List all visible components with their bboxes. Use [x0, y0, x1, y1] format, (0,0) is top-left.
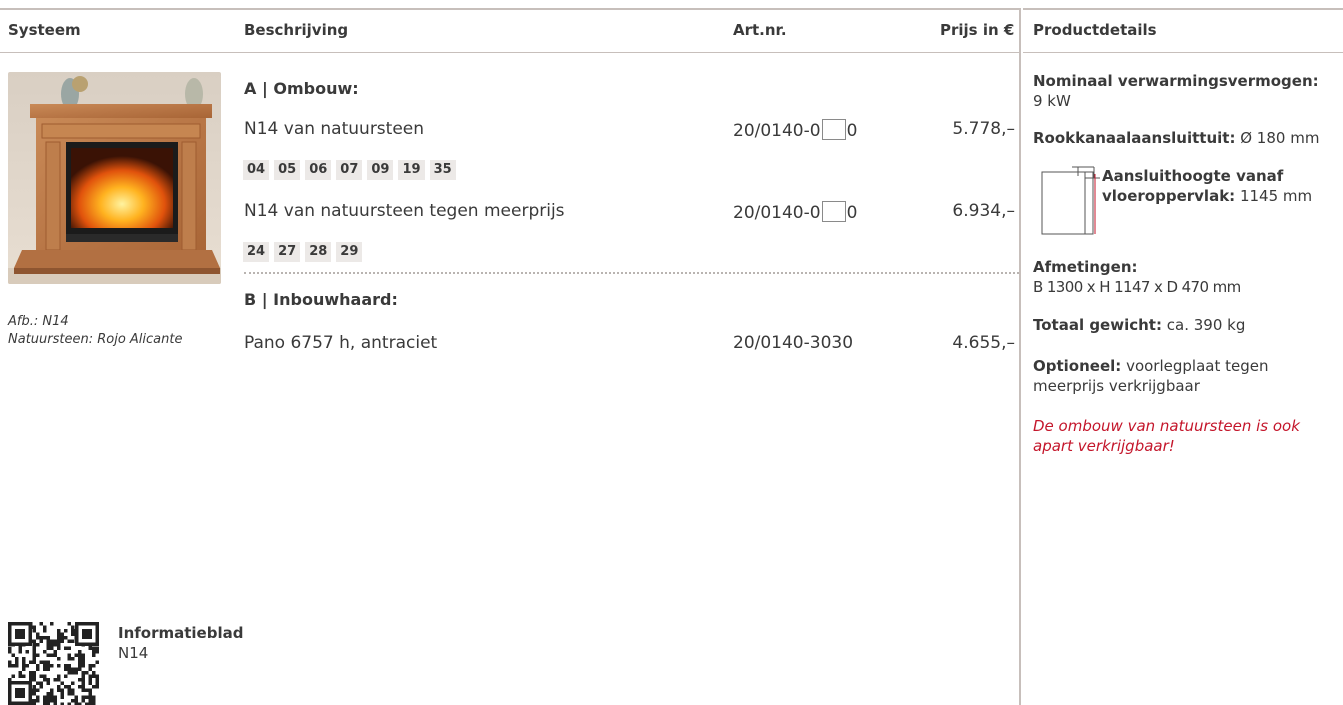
- connection-height-diagram-icon: [1040, 164, 1102, 238]
- detail-dimensions-label: Afmetingen:: [1033, 258, 1138, 276]
- qr-code-icon[interactable]: [8, 622, 99, 705]
- row-b1-price: 4.655,–: [952, 333, 1015, 353]
- info-sheet-title: Informatieblad: [118, 624, 244, 642]
- detail-power: Nominaal verwarmingsvermogen: 9 kW: [1033, 71, 1319, 111]
- header-description: Beschrijving: [244, 21, 349, 39]
- header-price: Prijs in €: [940, 21, 1015, 39]
- detail-weight: Totaal gewicht: ca. 390 kg: [1033, 315, 1245, 335]
- row-b1-description: Pano 6757 h, antraciet: [244, 333, 438, 353]
- detail-flue-label: Rookkanaalaansluittuit:: [1033, 129, 1236, 147]
- header-top-rule: [0, 8, 1020, 10]
- detail-weight-label: Totaal gewicht:: [1033, 316, 1162, 334]
- detail-weight-value: ca. 390 kg: [1166, 316, 1246, 334]
- color-code: 04: [243, 160, 270, 180]
- detail-flue-value: Ø 180 mm: [1240, 129, 1320, 147]
- detail-power-value: 9 kW: [1033, 92, 1071, 110]
- row-a2-artnr: 20/0140-0 0: [733, 201, 858, 223]
- row-a1-artnr: 20/0140-0 0: [733, 119, 858, 141]
- color-code: 09: [367, 160, 394, 180]
- row-a1-description: N14 van natuursteen: [244, 119, 425, 139]
- product-image: [8, 72, 221, 284]
- color-code: 35: [429, 160, 456, 180]
- color-code: 24: [243, 242, 270, 262]
- header-system: Systeem: [8, 21, 81, 39]
- detail-power-label: Nominaal verwarmingsvermogen:: [1033, 72, 1319, 90]
- color-code: 29: [336, 242, 363, 262]
- detail-optional: Optioneel: voorlegplaat tegen meerprijs …: [1033, 356, 1268, 396]
- row-a1-color-codes: 04 05 06 07 09 19 35: [243, 160, 456, 180]
- detail-dimensions: Afmetingen: B 1300 x H 1147 x D 470 mm: [1033, 257, 1241, 297]
- detail-height-value: 1145 mm: [1239, 187, 1313, 205]
- detail-height-label-2: vloeroppervlak:: [1102, 187, 1236, 205]
- column-divider: [1019, 8, 1021, 705]
- image-caption-stone: Natuursteen: Rojo Alicante: [8, 332, 183, 347]
- image-caption-title: Afb.: N14: [8, 314, 69, 329]
- row-a2-color-codes: 24 27 28 29: [243, 242, 363, 262]
- detail-note-line-1: De ombouw van natuursteen is ook: [1033, 417, 1300, 435]
- detail-flue: Rookkanaalaansluittuit: Ø 180 mm: [1033, 128, 1319, 148]
- detail-optional-label: Optioneel:: [1033, 357, 1122, 375]
- detail-dimensions-value: B 1300 x H 1147 x D 470 mm: [1033, 278, 1241, 296]
- color-code: 05: [274, 160, 301, 180]
- row-b1-artnr: 20/0140-3030: [733, 333, 854, 353]
- color-code: 19: [398, 160, 425, 180]
- header-details: Productdetails: [1033, 21, 1157, 39]
- color-code: 27: [274, 242, 301, 262]
- artnr-color-code-box[interactable]: [821, 119, 846, 140]
- artnr-color-code-box[interactable]: [821, 201, 846, 222]
- info-sheet-model: N14: [118, 644, 149, 662]
- detail-height-label-1: Aansluithoogte vanaf: [1102, 167, 1284, 185]
- detail-note: De ombouw van natuursteen is ook apart v…: [1033, 416, 1300, 456]
- section-a-title: A | Ombouw:: [244, 79, 359, 98]
- row-a1-price: 5.778,–: [952, 119, 1015, 139]
- detail-optional-value-2: meerprijs verkrijgbaar: [1033, 377, 1200, 395]
- detail-height: Aansluithoogte vanaf vloeroppervlak: 114…: [1102, 166, 1312, 206]
- detail-note-line-2: apart verkrijgbaar!: [1033, 437, 1175, 455]
- color-code: 06: [305, 160, 332, 180]
- color-code: 28: [305, 242, 332, 262]
- row-a2-description: N14 van natuursteen tegen meerprijs: [244, 201, 565, 221]
- section-b-title: B | Inbouwhaard:: [244, 290, 398, 309]
- header-artnr: Art.nr.: [733, 21, 787, 39]
- detail-optional-value-1: voorlegplaat tegen: [1126, 357, 1269, 375]
- details-top-rule: [1023, 8, 1343, 10]
- color-code: 07: [336, 160, 363, 180]
- header-bottom-rule: [0, 52, 1020, 53]
- section-divider: [244, 272, 1019, 274]
- details-header-bottom-rule: [1023, 52, 1343, 53]
- row-a2-price: 6.934,–: [952, 201, 1015, 221]
